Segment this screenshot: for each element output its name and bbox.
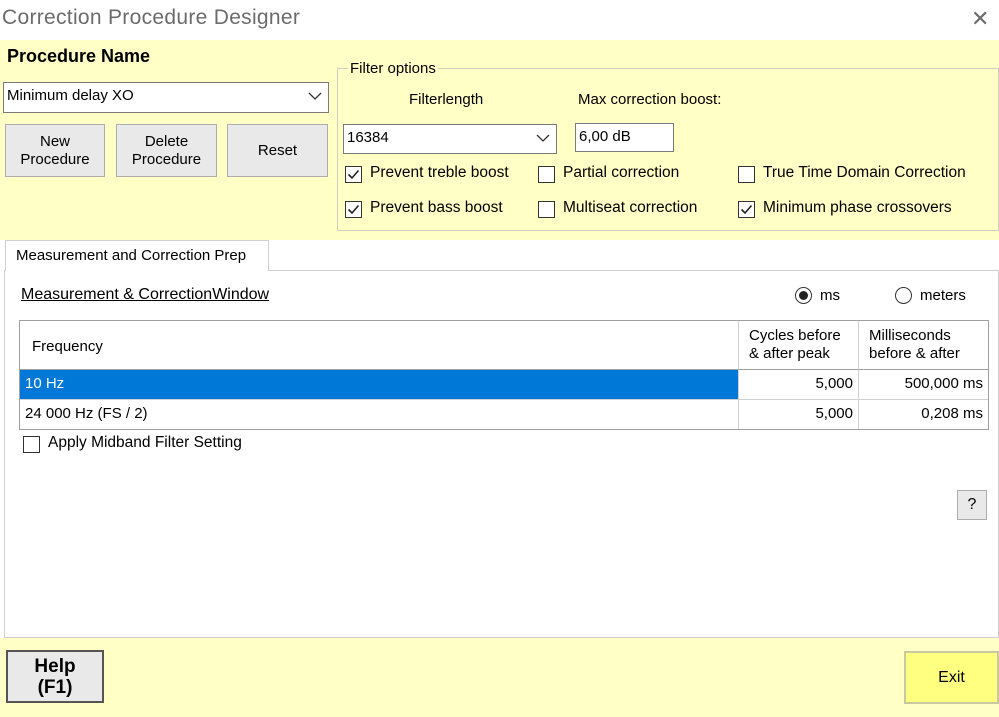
help-small-button[interactable]: ? (957, 490, 987, 520)
help-button[interactable]: Help (F1) (6, 650, 104, 703)
unit-meters-label: meters (920, 287, 966, 304)
window-title: Correction Procedure Designer (2, 6, 301, 29)
true-time-domain-checkbox[interactable] (738, 166, 755, 183)
help-small-label: ? (967, 496, 977, 513)
help-label: Help (F1) (34, 655, 76, 698)
table-row-cell-ms[interactable]: 0,208 ms (859, 400, 988, 429)
delete-procedure-label: Delete Procedure (131, 132, 202, 168)
multiseat-correction-label: Multiseat correction (563, 199, 698, 216)
column-header-label: Frequency (32, 338, 103, 355)
prevent-bass-boost-label: Prevent bass boost (370, 199, 503, 216)
minimum-phase-crossovers-checkbox[interactable] (738, 201, 755, 218)
reset-button[interactable]: Reset (227, 124, 328, 177)
radio-selected-dot (799, 291, 808, 300)
tab-label: Measurement and Correction Prep (16, 247, 247, 264)
procedure-select[interactable]: Minimum delay XO (3, 82, 329, 113)
cell-text: 24 000 Hz (FS / 2) (25, 405, 148, 422)
checkmark-icon (740, 204, 753, 215)
true-time-domain-label: True Time Domain Correction (763, 164, 966, 181)
checkmark-icon (347, 204, 360, 215)
column-header-frequency[interactable]: Frequency (20, 321, 739, 370)
exit-label: Exit (938, 668, 965, 686)
new-procedure-label: New Procedure (20, 132, 90, 168)
max-boost-label: Max correction boost: (578, 91, 722, 108)
partial-correction-checkbox[interactable] (538, 166, 555, 183)
table-row-cell-ms[interactable]: 500,000 ms (859, 370, 988, 400)
tab-measurement-correction-prep[interactable]: Measurement and Correction Prep (5, 240, 269, 271)
column-header-label: Cycles before & after peak (749, 327, 841, 362)
apply-midband-label: Apply Midband Filter Setting (48, 434, 242, 451)
measurement-table: Frequency Cycles before & after peak Mil… (19, 320, 989, 430)
partial-correction-label: Partial correction (563, 164, 680, 181)
unit-meters-radio[interactable] (895, 287, 912, 304)
cell-text: 10 Hz (25, 375, 65, 392)
table-row-cell-frequency[interactable]: 10 Hz (20, 370, 739, 400)
prevent-treble-boost-checkbox[interactable] (345, 166, 362, 183)
filter-options-legend: Filter options (348, 60, 438, 77)
unit-ms-radio[interactable] (795, 287, 812, 304)
filterlength-value: 16384 (347, 129, 389, 146)
filterlength-label: Filterlength (409, 91, 484, 108)
table-row-cell-cycles[interactable]: 5,000 (739, 370, 859, 400)
table-row-cell-cycles[interactable]: 5,000 (739, 400, 859, 429)
cell-text: 5,000 (815, 375, 853, 392)
measurement-window-title: Measurement & CorrectionWindow (21, 286, 270, 303)
procedure-select-value: Minimum delay XO (7, 87, 134, 104)
delete-procedure-button[interactable]: Delete Procedure (116, 124, 217, 177)
multiseat-correction-checkbox[interactable] (538, 201, 555, 218)
filterlength-select[interactable]: 16384 (343, 124, 557, 154)
table-row-cell-frequency[interactable]: 24 000 Hz (FS / 2) (20, 400, 739, 429)
bottom-bar (0, 638, 999, 717)
new-procedure-button[interactable]: New Procedure (5, 124, 105, 177)
procedure-name-label: Procedure Name (7, 46, 151, 66)
column-header-milliseconds[interactable]: Milliseconds before & after (859, 321, 988, 370)
cell-text: 500,000 ms (904, 375, 983, 392)
column-header-label: Milliseconds before & after (869, 327, 960, 362)
cell-text: 0,208 ms (921, 405, 983, 422)
close-icon[interactable]: ✕ (971, 6, 989, 32)
max-boost-input[interactable]: 6,00 dB (575, 123, 674, 152)
exit-button[interactable]: Exit (904, 651, 999, 704)
prevent-treble-boost-label: Prevent treble boost (370, 164, 509, 181)
chevron-down-icon (536, 134, 550, 142)
max-boost-value: 6,00 dB (579, 128, 631, 145)
checkmark-icon (347, 169, 360, 180)
chevron-down-icon (308, 92, 322, 100)
minimum-phase-crossovers-label: Minimum phase crossovers (763, 199, 952, 216)
apply-midband-checkbox[interactable] (23, 436, 40, 453)
column-header-cycles[interactable]: Cycles before & after peak (739, 321, 859, 370)
reset-label: Reset (257, 141, 298, 159)
cell-text: 5,000 (815, 405, 853, 422)
unit-ms-label: ms (820, 287, 840, 304)
prevent-bass-boost-checkbox[interactable] (345, 201, 362, 218)
